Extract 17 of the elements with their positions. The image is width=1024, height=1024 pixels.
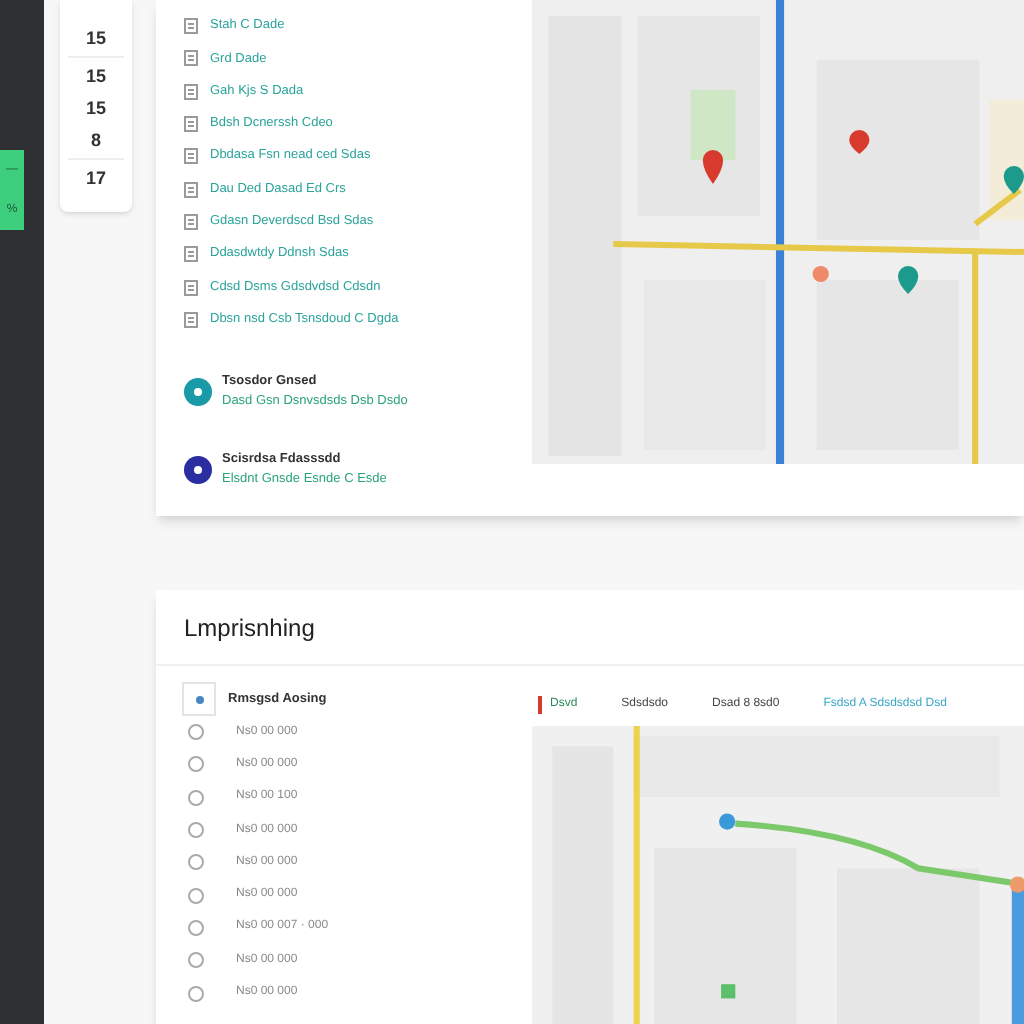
document-icon xyxy=(184,246,198,263)
sidebar-number[interactable]: 15 xyxy=(85,64,106,88)
document-icon xyxy=(184,181,198,198)
document-icon xyxy=(184,116,198,133)
sidebar-number[interactable]: 15 xyxy=(85,26,106,50)
sidebar-number[interactable]: 15 xyxy=(85,96,106,120)
document-icon xyxy=(184,50,198,67)
section-title: Lmprisnhing xyxy=(184,611,315,645)
document-icon xyxy=(184,213,198,230)
document-icon xyxy=(184,311,198,328)
document-icon xyxy=(184,18,198,35)
document-icon xyxy=(184,83,198,100)
document-icon xyxy=(184,148,198,165)
pin-toggle[interactable] xyxy=(182,682,216,716)
sidebar-number[interactable]: 8 xyxy=(90,128,101,152)
sidebar-number[interactable]: 17 xyxy=(85,166,106,190)
document-icon xyxy=(184,279,198,296)
